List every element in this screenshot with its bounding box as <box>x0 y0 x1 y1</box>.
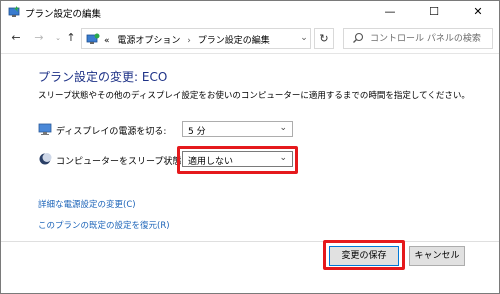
maximize-button[interactable]: ☐ <box>413 1 455 23</box>
navigation-bar: ← → ⌄ ↑ « 電源オプション › プラン設定の編集 ⌄ ↻ <box>1 23 499 53</box>
advanced-settings-link[interactable]: 詳細な電源設定の変更(C) <box>38 198 136 210</box>
page-description: スリープ状態やその他のディスプレイ設定をお使いのコンピューターに適用するまでの時… <box>38 91 470 101</box>
back-arrow-icon[interactable]: ← <box>9 31 23 45</box>
title-bar: プラン設定の編集 — ☐ ✕ <box>1 1 499 23</box>
edit-plan-settings-window: プラン設定の編集 — ☐ ✕ ← → ⌄ ↑ « 電源オプション › プラン設定… <box>0 0 500 294</box>
restore-defaults-link[interactable]: このプランの既定の設定を復元(R) <box>38 219 170 231</box>
display-off-dropdown[interactable]: 5 分 ⌄ <box>182 121 293 137</box>
power-options-app-icon <box>8 6 20 17</box>
forward-arrow-icon[interactable]: → <box>32 31 46 45</box>
recent-locations-chevron-icon[interactable]: ⌄ <box>51 31 65 45</box>
save-changes-button[interactable]: 変更の保存 <box>329 246 399 266</box>
moon-icon <box>39 153 52 165</box>
search-icon <box>353 32 364 43</box>
sleep-value: 適用しない <box>188 157 234 167</box>
chevron-down-icon: ⌄ <box>279 123 287 133</box>
display-off-label: ディスプレイの電源を切る: <box>56 127 167 137</box>
page-title: プラン設定の変更: ECO <box>38 70 168 84</box>
chevron-down-icon: ⌄ <box>279 153 287 163</box>
address-overflow-icon[interactable]: « <box>104 36 110 46</box>
search-input[interactable] <box>370 31 488 46</box>
breadcrumb-separator-icon[interactable]: › <box>187 36 191 46</box>
toolbar-divider <box>1 53 499 54</box>
breadcrumb: « 電源オプション › プラン設定の編集 <box>104 33 270 46</box>
control-panel-icon <box>86 33 100 44</box>
monitor-icon <box>38 123 52 135</box>
display-off-value: 5 分 <box>188 127 206 137</box>
search-box[interactable] <box>343 28 493 49</box>
refresh-button[interactable]: ↻ <box>314 28 334 49</box>
window-title: プラン設定の編集 <box>25 9 102 20</box>
address-dropdown-chevron-icon[interactable]: ⌄ <box>297 31 311 45</box>
address-bar[interactable]: « 電源オプション › プラン設定の編集 <box>81 28 311 49</box>
footer-divider <box>1 241 499 242</box>
cancel-button[interactable]: キャンセル <box>409 246 465 266</box>
minimize-button[interactable]: — <box>369 1 411 23</box>
sleep-dropdown[interactable]: 適用しない ⌄ <box>182 151 293 167</box>
breadcrumb-item-edit-plan[interactable]: プラン設定の編集 <box>198 36 270 46</box>
breadcrumb-item-power-options[interactable]: 電源オプション <box>117 36 180 46</box>
up-arrow-icon[interactable]: ↑ <box>64 31 78 45</box>
close-button[interactable]: ✕ <box>457 1 499 23</box>
